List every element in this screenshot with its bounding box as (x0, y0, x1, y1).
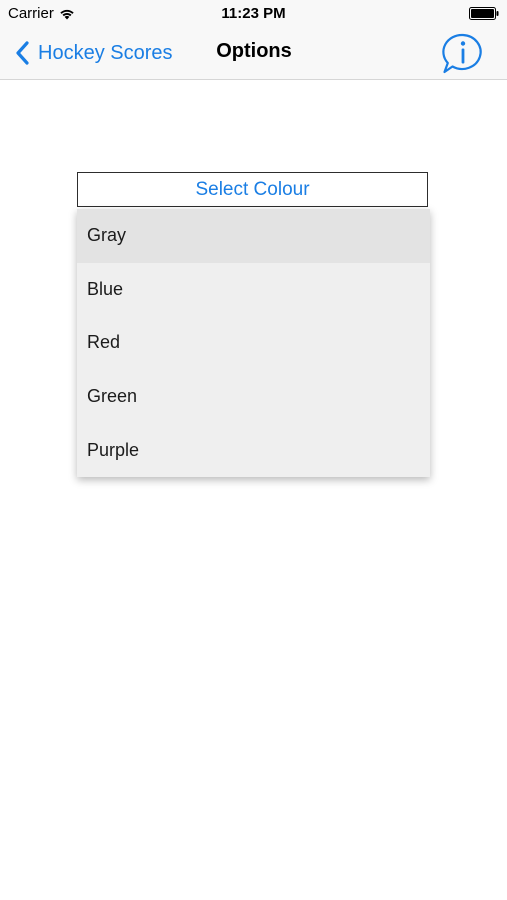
back-button-label: Hockey Scores (38, 41, 173, 64)
battery-icon (469, 7, 499, 20)
option-blue[interactable]: Blue (77, 263, 430, 317)
back-button[interactable]: Hockey Scores (14, 38, 173, 68)
option-purple[interactable]: Purple (77, 423, 430, 477)
select-colour-label: Select Colour (195, 178, 310, 200)
page-title: Options (216, 40, 292, 62)
option-red[interactable]: Red (77, 316, 430, 370)
navigation-bar: Hockey Scores Options (0, 28, 507, 80)
status-bar: Carrier 11:23 PM (0, 0, 507, 28)
chevron-left-icon (16, 41, 29, 65)
status-time: 11:23 PM (221, 5, 286, 22)
option-green[interactable]: Green (77, 370, 430, 424)
select-colour-button[interactable]: Select Colour (77, 172, 428, 207)
option-gray[interactable]: Gray (77, 209, 430, 263)
colour-dropdown: Gray Blue Red Green Purple (77, 209, 430, 477)
info-icon[interactable] (441, 32, 485, 76)
